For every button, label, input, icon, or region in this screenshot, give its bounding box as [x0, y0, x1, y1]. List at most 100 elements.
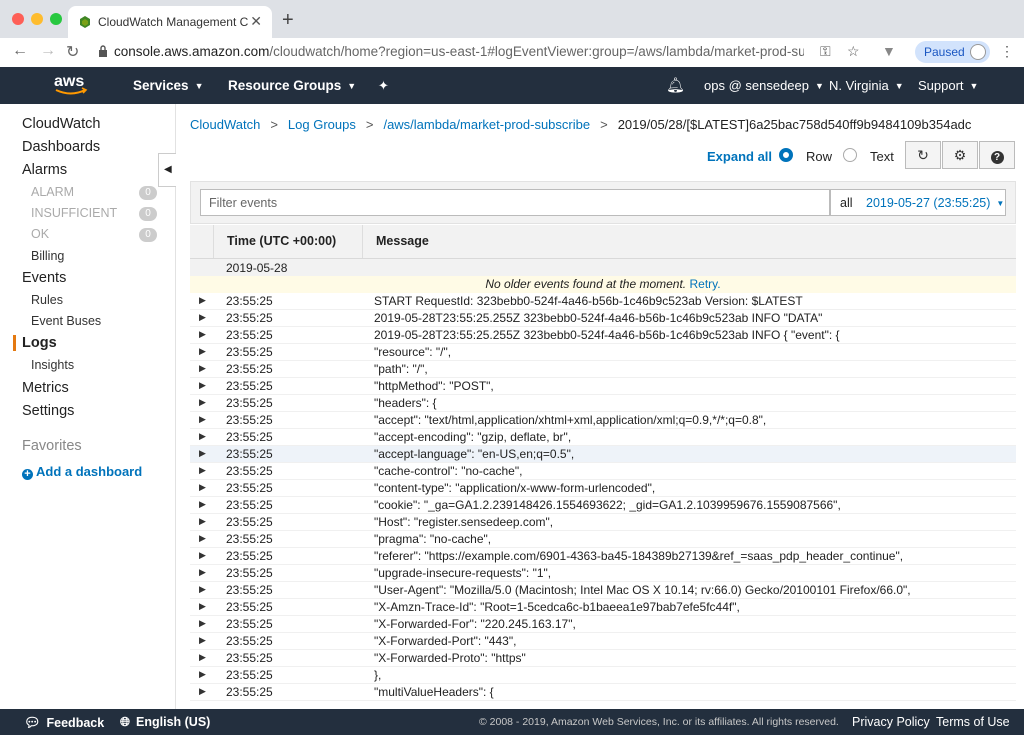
- expand-row-icon[interactable]: ▶: [199, 295, 206, 306]
- expand-row-icon[interactable]: ▶: [199, 380, 206, 391]
- sidebar-item-cloudwatch[interactable]: CloudWatch: [22, 116, 100, 132]
- sidebar-item-alarm[interactable]: ALARM: [31, 185, 74, 199]
- browser-tab[interactable]: CloudWatch Management Cons ✕: [68, 6, 272, 38]
- expand-all-link[interactable]: Expand all: [707, 149, 772, 164]
- expand-row-icon[interactable]: ▶: [199, 601, 206, 612]
- table-row[interactable]: ▶ 23:55:25 "upgrade-insecure-requests": "1…: [190, 565, 1016, 582]
- paused-profile-button[interactable]: Paused: [915, 41, 990, 63]
- expand-row-icon[interactable]: ▶: [199, 499, 206, 510]
- new-tab-icon[interactable]: +: [282, 9, 294, 32]
- sidebar-item-settings[interactable]: Settings: [22, 403, 74, 419]
- language-selector[interactable]: 🌐︎ English (US): [120, 715, 210, 730]
- table-row[interactable]: ▶ 23:55:25 "pragma": "no-cache",: [190, 531, 1016, 548]
- settings-button[interactable]: ⚙: [942, 141, 978, 169]
- table-row[interactable]: ▶ 23:55:25 "referer": "https://example.com…: [190, 548, 1016, 565]
- table-row[interactable]: ▶ 23:55:25 "accept": "text/html,applicatio…: [190, 412, 1016, 429]
- column-header-message[interactable]: Message: [376, 234, 429, 248]
- reload-icon[interactable]: ↻: [66, 42, 79, 62]
- table-row[interactable]: ▶ 23:55:25 "httpMethod": "POST",: [190, 378, 1016, 395]
- url-field[interactable]: console.aws.amazon.com/cloudwatch/home?r…: [92, 40, 812, 64]
- close-window-button[interactable]: [12, 13, 24, 25]
- retry-link[interactable]: Retry.: [690, 277, 721, 291]
- filter-events-input[interactable]: [200, 189, 830, 216]
- table-row[interactable]: ▶ 23:55:25 "path": "/",: [190, 361, 1016, 378]
- table-row[interactable]: ▶ 23:55:25 "cookie": "_ga=GA1.2.239148426.…: [190, 497, 1016, 514]
- forward-arrow-icon[interactable]: →: [40, 42, 56, 60]
- expand-row-icon[interactable]: ▶: [199, 635, 206, 646]
- table-row[interactable]: ▶ 23:55:25 "headers": {: [190, 395, 1016, 412]
- table-row[interactable]: ▶ 23:55:25 START RequestId: 323bebb0-524f-…: [190, 293, 1016, 310]
- expand-row-icon[interactable]: ▶: [199, 363, 206, 374]
- expand-row-icon[interactable]: ▶: [199, 329, 206, 340]
- resource-groups-menu[interactable]: Resource Groups ▼: [228, 78, 356, 93]
- expand-row-icon[interactable]: ▶: [199, 567, 206, 578]
- breadcrumb-log-groups[interactable]: Log Groups: [288, 117, 356, 132]
- expand-row-icon[interactable]: ▶: [199, 448, 206, 459]
- table-row[interactable]: ▶ 23:55:25 2019-05-28T23:55:25.255Z 323beb…: [190, 310, 1016, 327]
- breadcrumb-cloudwatch[interactable]: CloudWatch: [190, 117, 260, 132]
- aws-logo[interactable]: aws: [52, 71, 90, 99]
- expand-row-icon[interactable]: ▶: [199, 686, 206, 697]
- close-tab-icon[interactable]: ✕: [250, 13, 262, 30]
- sidebar-item-insights[interactable]: Insights: [31, 358, 74, 372]
- expand-row-icon[interactable]: ▶: [199, 431, 206, 442]
- table-row[interactable]: ▶ 23:55:25 "User-Agent": "Mozilla/5.0 (Mac…: [190, 582, 1016, 599]
- expand-row-icon[interactable]: ▶: [199, 669, 206, 680]
- table-row[interactable]: ▶ 23:55:25 "X-Forwarded-Port": "443",: [190, 633, 1016, 650]
- expand-row-icon[interactable]: ▶: [199, 533, 206, 544]
- maximize-window-button[interactable]: [50, 13, 62, 25]
- sidebar-item-rules[interactable]: Rules: [31, 293, 63, 307]
- expand-row-icon[interactable]: ▶: [199, 584, 206, 595]
- time-range-dropdown[interactable]: all 2019-05-27 (23:55:25) ▼: [830, 189, 1006, 216]
- refresh-button[interactable]: ↻: [905, 141, 941, 169]
- table-row[interactable]: ▶ 23:55:25 "accept-language": "en-US,en;q=…: [190, 446, 1016, 463]
- minimize-window-button[interactable]: [31, 13, 43, 25]
- terms-of-use-link[interactable]: Terms of Use: [936, 715, 1010, 729]
- table-row[interactable]: ▶ 23:55:25 "X-Forwarded-For": "220.245.163…: [190, 616, 1016, 633]
- expand-row-icon[interactable]: ▶: [199, 516, 206, 527]
- back-arrow-icon[interactable]: ←: [12, 42, 28, 60]
- privacy-policy-link[interactable]: Privacy Policy: [852, 715, 930, 729]
- table-row[interactable]: ▶ 23:55:25 "X-Amzn-Trace-Id": "Root=1-5ced…: [190, 599, 1016, 616]
- add-dashboard-link[interactable]: + Add a dashboard: [22, 464, 142, 480]
- sidebar-item-logs[interactable]: Logs: [22, 335, 57, 351]
- sidebar-item-insufficient[interactable]: INSUFFICIENT: [31, 206, 117, 220]
- table-row[interactable]: ▶ 23:55:25 "resource": "/",: [190, 344, 1016, 361]
- help-button[interactable]: ?: [979, 141, 1015, 169]
- region-menu[interactable]: N. Virginia ▼: [829, 78, 904, 93]
- text-view-radio[interactable]: [843, 148, 857, 162]
- table-row[interactable]: ▶ 23:55:25 "Host": "register.sensedeep.com…: [190, 514, 1016, 531]
- expand-row-icon[interactable]: ▶: [199, 618, 206, 629]
- table-row[interactable]: ▶ 23:55:25 "accept-encoding": "gzip, defla…: [190, 429, 1016, 446]
- pin-icon[interactable]: ✦: [378, 78, 389, 94]
- expand-row-icon[interactable]: ▶: [199, 465, 206, 476]
- services-menu[interactable]: Services ▼: [133, 78, 203, 93]
- expand-row-icon[interactable]: ▶: [199, 652, 206, 663]
- table-row[interactable]: ▶ 23:55:25 "cache-control": "no-cache",: [190, 463, 1016, 480]
- breadcrumb-log-group[interactable]: /aws/lambda/market-prod-subscribe: [383, 117, 590, 132]
- expand-row-icon[interactable]: ▶: [199, 397, 206, 408]
- expand-row-icon[interactable]: ▶: [199, 312, 206, 323]
- sidebar-item-ok[interactable]: OK: [31, 227, 49, 241]
- expand-row-icon[interactable]: ▶: [199, 550, 206, 561]
- expand-row-icon[interactable]: ▶: [199, 346, 206, 357]
- collapse-sidebar-button[interactable]: ◀: [158, 153, 176, 187]
- account-menu[interactable]: ops @ sensedeep ▼: [704, 78, 824, 93]
- table-row[interactable]: ▶ 23:55:25 "content-type": "application/x-…: [190, 480, 1016, 497]
- bookmark-star-icon[interactable]: ☆: [847, 43, 860, 60]
- bell-icon[interactable]: 🔔︎: [666, 76, 685, 94]
- row-view-radio[interactable]: [779, 148, 793, 162]
- table-row[interactable]: ▶ 23:55:25 "X-Forwarded-Proto": "https": [190, 650, 1016, 667]
- feedback-button[interactable]: 💬︎ Feedback: [24, 715, 104, 731]
- table-row[interactable]: ▶ 23:55:25},: [190, 667, 1016, 684]
- column-header-time[interactable]: Time (UTC +00:00): [227, 234, 336, 248]
- key-icon[interactable]: ⚿: [820, 43, 831, 60]
- sidebar-item-alarms[interactable]: Alarms: [22, 162, 67, 178]
- table-row[interactable]: ▶ 23:55:25 2019-05-28T23:55:25.255Z 323beb…: [190, 327, 1016, 344]
- expand-row-icon[interactable]: ▶: [199, 414, 206, 425]
- sidebar-item-dashboards[interactable]: Dashboards: [22, 139, 100, 155]
- extension-icon[interactable]: ▼: [882, 43, 896, 59]
- browser-menu-icon[interactable]: ⋮: [1000, 43, 1014, 60]
- expand-row-icon[interactable]: ▶: [199, 482, 206, 493]
- table-row[interactable]: ▶ 23:55:25 "multiValueHeaders": {: [190, 684, 1016, 701]
